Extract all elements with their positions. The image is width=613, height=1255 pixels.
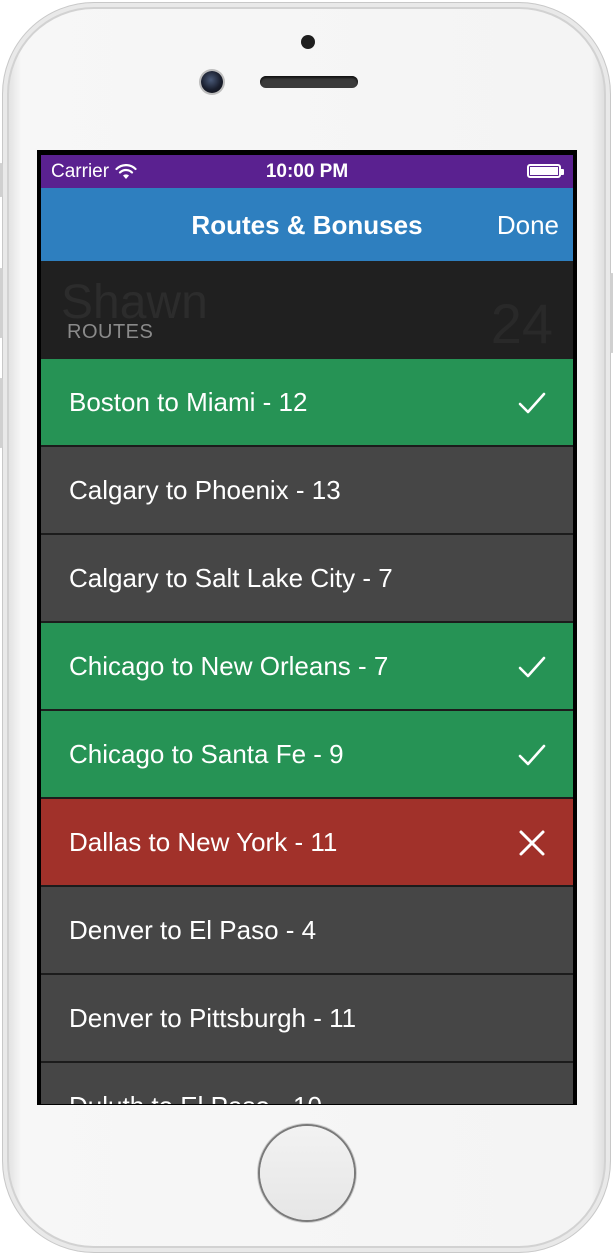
proximity-sensor bbox=[301, 35, 315, 49]
checkmark-icon bbox=[517, 652, 547, 682]
route-label: Calgary to Phoenix - 13 bbox=[69, 475, 341, 505]
status-time: 10:00 PM bbox=[265, 161, 349, 182]
route-row[interactable]: Duluth to El Paso - 10 bbox=[41, 1063, 573, 1104]
phone-screen: Carrier 10:00 PM Routes & Bonuses Done S… bbox=[37, 150, 577, 1105]
background-player-score: 24 bbox=[490, 292, 553, 355]
section-label: ROUTES bbox=[67, 321, 154, 343]
earpiece-speaker bbox=[260, 76, 358, 88]
page-title: Routes & Bonuses bbox=[191, 210, 423, 240]
route-row[interactable]: Denver to Pittsburgh - 11 bbox=[41, 975, 573, 1063]
mute-switch bbox=[0, 163, 3, 197]
route-label: Denver to Pittsburgh - 11 bbox=[69, 1003, 357, 1033]
route-row[interactable]: Chicago to Santa Fe - 9 bbox=[41, 711, 573, 799]
route-label: Boston to Miami - 12 bbox=[69, 387, 308, 417]
route-row[interactable]: Dallas to New York - 11 bbox=[41, 799, 573, 887]
route-label: Denver to El Paso - 4 bbox=[69, 915, 317, 945]
route-row[interactable]: Calgary to Phoenix - 13 bbox=[41, 447, 573, 535]
route-list: Boston to Miami - 12 Calgary to Phoenix -… bbox=[41, 359, 573, 1104]
route-row[interactable]: Boston to Miami - 12 bbox=[41, 359, 573, 447]
volume-up-button bbox=[0, 268, 3, 338]
checkmark-icon bbox=[517, 740, 547, 770]
front-camera-icon bbox=[201, 71, 223, 93]
route-row[interactable]: Denver to El Paso - 4 bbox=[41, 887, 573, 975]
x-mark-icon bbox=[517, 828, 547, 858]
status-bar: Carrier 10:00 PM bbox=[41, 155, 573, 188]
home-button[interactable] bbox=[260, 1126, 354, 1220]
route-label: Dallas to New York - 11 bbox=[69, 827, 338, 857]
done-button[interactable]: Done bbox=[497, 210, 559, 241]
route-label: Calgary to Salt Lake City - 7 bbox=[69, 563, 393, 593]
checkmark-icon bbox=[517, 388, 547, 418]
volume-down-button bbox=[0, 378, 3, 448]
battery-icon bbox=[527, 164, 564, 178]
navigation-bar: Routes & Bonuses Done bbox=[41, 188, 573, 261]
route-row[interactable]: Chicago to New Orleans - 7 bbox=[41, 623, 573, 711]
route-label: Duluth to El Paso - 10 bbox=[69, 1091, 322, 1104]
route-label: Chicago to Santa Fe - 9 bbox=[69, 739, 344, 769]
route-label: Chicago to New Orleans - 7 bbox=[69, 651, 389, 681]
routes-section-header: Shawn 24 ROUTES bbox=[41, 261, 573, 359]
route-row[interactable]: Calgary to Salt Lake City - 7 bbox=[41, 535, 573, 623]
